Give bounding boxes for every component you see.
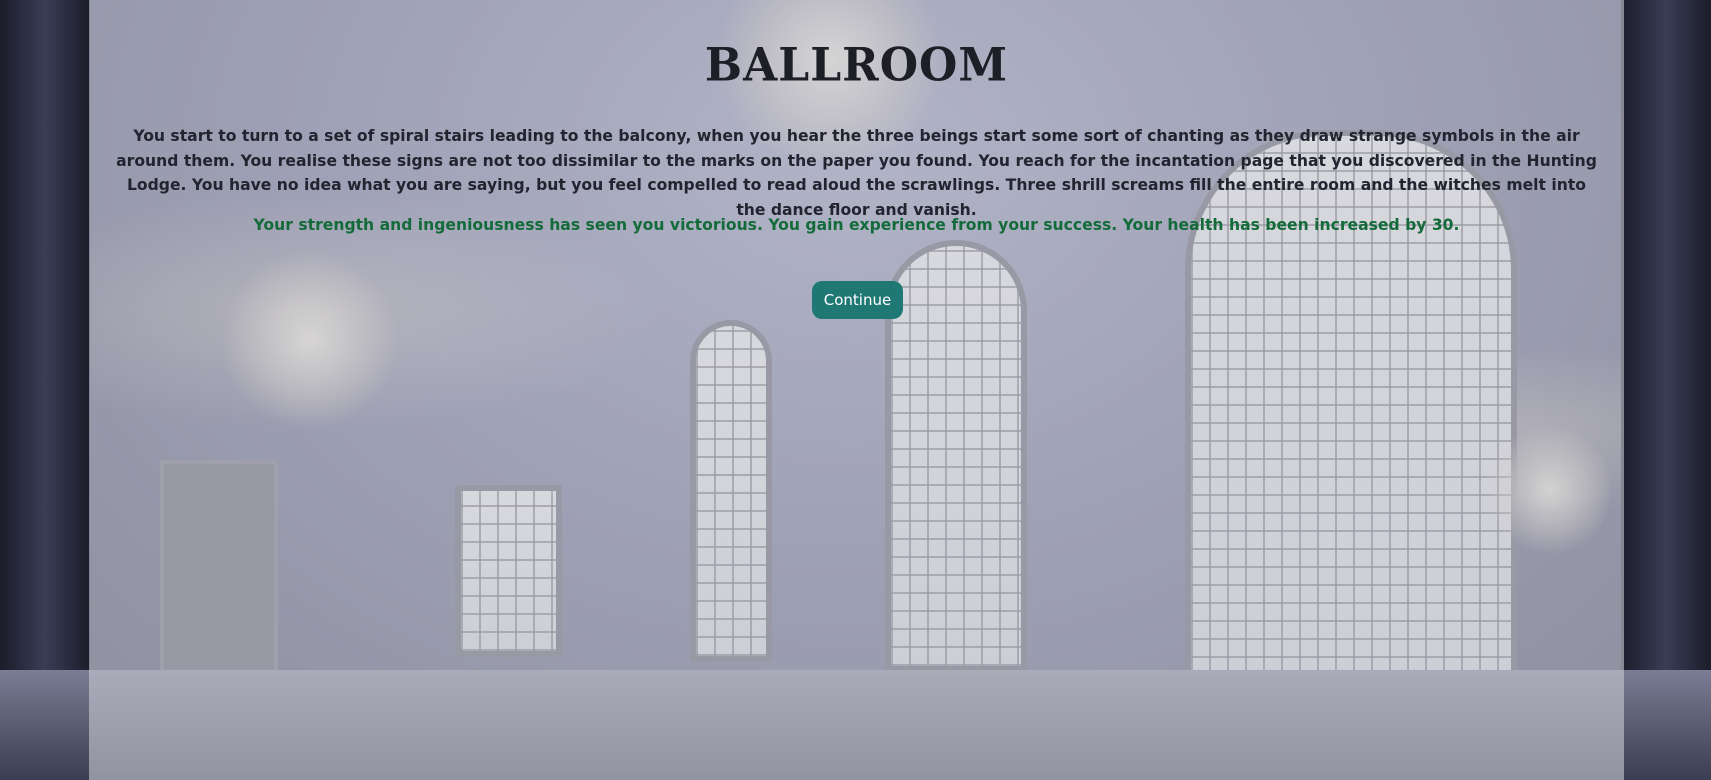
story-text: You start to turn to a set of spiral sta… bbox=[116, 127, 1597, 219]
continue-button[interactable]: Continue bbox=[812, 281, 903, 319]
room-title: BALLROOM bbox=[704, 38, 1009, 93]
story-panel: BALLROOM You start to turn to a set of s… bbox=[89, 0, 1624, 780]
left-pillar bbox=[0, 0, 90, 780]
outcome-message: Your strength and ingeniousness has seen… bbox=[253, 216, 1460, 234]
right-pillar bbox=[1621, 0, 1711, 780]
